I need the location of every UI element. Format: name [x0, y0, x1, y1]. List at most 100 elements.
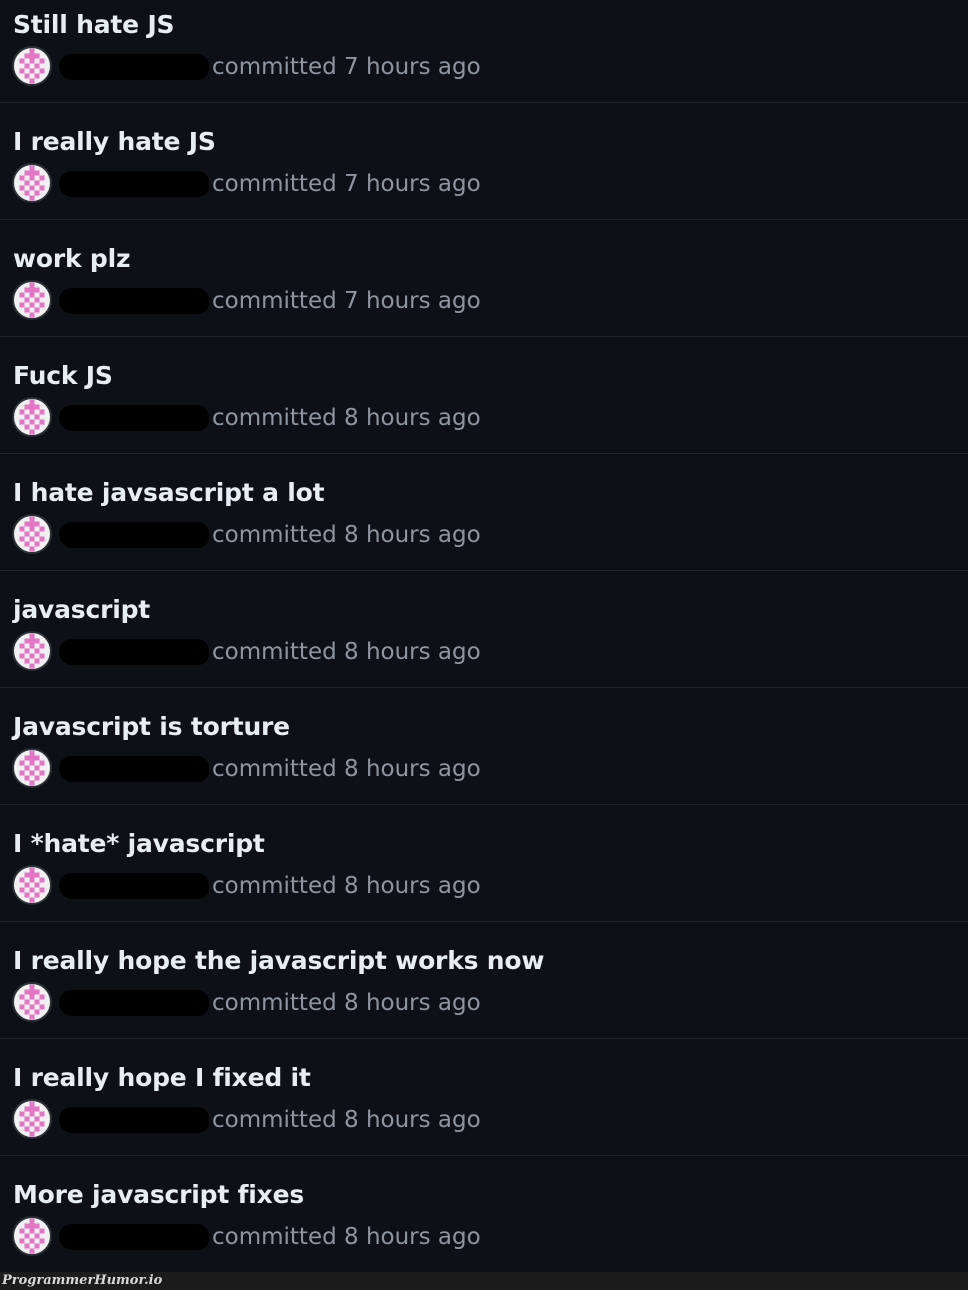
identicon-cell [19, 653, 25, 659]
identicon-cell [24, 999, 30, 1005]
identicon-cell [29, 994, 35, 1000]
identicon-cell [39, 185, 45, 191]
commit-title-link[interactable]: Still hate JS [13, 10, 175, 39]
identicon-cell [34, 989, 40, 995]
author-avatar[interactable] [12, 46, 52, 86]
identicon-cell [24, 765, 30, 771]
identicon-cell [24, 190, 30, 196]
identicon-cell [24, 658, 30, 664]
author-avatar[interactable] [12, 163, 52, 203]
commit-relative-time[interactable]: 7 hours ago [344, 171, 481, 197]
identicon-icon [19, 1218, 45, 1254]
author-avatar[interactable] [12, 514, 52, 554]
commit-title-link[interactable]: I *hate* javascript [13, 829, 265, 858]
identicon-cell [34, 892, 40, 898]
commit-meta-text: committed 8 hours ago [212, 990, 481, 1016]
identicon-cell [24, 989, 30, 995]
watermark-bar: ProgrammerHumor.io [0, 1272, 968, 1290]
identicon-cell [39, 292, 45, 298]
author-avatar[interactable] [12, 982, 52, 1022]
redacted-author-name [59, 522, 209, 548]
commit-verb: committed [212, 171, 337, 197]
identicon-cell [24, 1243, 30, 1249]
identicon-cell [39, 175, 45, 181]
redacted-author-name [59, 873, 209, 899]
identicon-cell [19, 302, 25, 308]
identicon-cell [29, 429, 35, 435]
redacted-author-name [59, 1107, 209, 1133]
identicon-cell [39, 887, 45, 893]
commit-title-link[interactable]: I hate javsascript a lot [13, 478, 325, 507]
commit-row: I hate javsascript a lot committed 8 hou… [0, 454, 968, 571]
commit-relative-time[interactable]: 7 hours ago [344, 288, 481, 314]
identicon-cell [39, 994, 45, 1000]
commit-relative-time[interactable]: 8 hours ago [344, 756, 481, 782]
commit-relative-time[interactable]: 8 hours ago [344, 873, 481, 899]
identicon-cell [29, 1131, 35, 1137]
identicon-cell [29, 1248, 35, 1254]
identicon-cell [24, 892, 30, 898]
identicon-cell [34, 775, 40, 781]
identicon-cell [24, 1116, 30, 1122]
identicon-icon [19, 165, 45, 201]
commit-relative-time[interactable]: 8 hours ago [344, 1107, 481, 1133]
commit-relative-time[interactable]: 7 hours ago [344, 54, 481, 80]
author-avatar[interactable] [12, 865, 52, 905]
identicon-cell [39, 409, 45, 415]
commit-relative-time[interactable]: 8 hours ago [344, 990, 481, 1016]
identicon-cell [24, 541, 30, 547]
identicon-cell [34, 287, 40, 293]
commit-title-link[interactable]: javascript [13, 595, 150, 624]
commit-title-link[interactable]: work plz [13, 244, 131, 273]
commit-relative-time[interactable]: 8 hours ago [344, 405, 481, 431]
commit-relative-time[interactable]: 8 hours ago [344, 522, 481, 548]
commit-verb: committed [212, 990, 337, 1016]
identicon-cell [29, 302, 35, 308]
identicon-icon [19, 282, 45, 318]
identicon-cell [39, 1121, 45, 1127]
identicon-cell [29, 48, 35, 54]
identicon-cell [24, 882, 30, 888]
identicon-cell [29, 526, 35, 532]
identicon-cell [19, 68, 25, 74]
commit-title-link[interactable]: Fuck JS [13, 361, 113, 390]
commit-title-link[interactable]: I really hate JS [13, 127, 216, 156]
identicon-icon [19, 48, 45, 84]
identicon-cell [29, 404, 35, 410]
author-avatar[interactable] [12, 1216, 52, 1256]
identicon-cell [29, 287, 35, 293]
commit-row: I really hope I fixed it committed 8 hou… [0, 1039, 968, 1156]
identicon-cell [29, 419, 35, 425]
commit-title-link[interactable]: I really hope the javascript works now [13, 946, 544, 975]
commit-title-link[interactable]: Javascript is torture [13, 712, 290, 741]
redacted-author-name [59, 990, 209, 1016]
author-avatar[interactable] [12, 397, 52, 437]
identicon-cell [29, 165, 35, 171]
identicon-cell [34, 73, 40, 79]
commit-title-link[interactable]: I really hope I fixed it [13, 1063, 311, 1092]
commit-row: I really hope the javascript works now c… [0, 922, 968, 1039]
commit-meta-text: committed 8 hours ago [212, 756, 481, 782]
identicon-cell [24, 638, 30, 644]
author-avatar[interactable] [12, 748, 52, 788]
author-avatar[interactable] [12, 1099, 52, 1139]
identicon-cell [39, 1238, 45, 1244]
identicon-cell [29, 282, 35, 288]
redacted-author-name [59, 54, 209, 80]
identicon-cell [39, 302, 45, 308]
identicon-cell [39, 770, 45, 776]
identicon-cell [19, 760, 25, 766]
identicon-cell [24, 63, 30, 69]
identicon-cell [34, 1126, 40, 1132]
identicon-cell [34, 297, 40, 303]
commit-title-link[interactable]: More javascript fixes [13, 1180, 304, 1209]
commit-relative-time[interactable]: 8 hours ago [344, 639, 481, 665]
identicon-cell [19, 292, 25, 298]
author-avatar[interactable] [12, 280, 52, 320]
identicon-cell [29, 760, 35, 766]
commit-relative-time[interactable]: 8 hours ago [344, 1224, 481, 1250]
commit-meta: committed 8 hours ago [12, 631, 612, 673]
commit-row: Javascript is torture committed 8 hours … [0, 688, 968, 805]
redacted-author-name [59, 288, 209, 314]
author-avatar[interactable] [12, 631, 52, 671]
